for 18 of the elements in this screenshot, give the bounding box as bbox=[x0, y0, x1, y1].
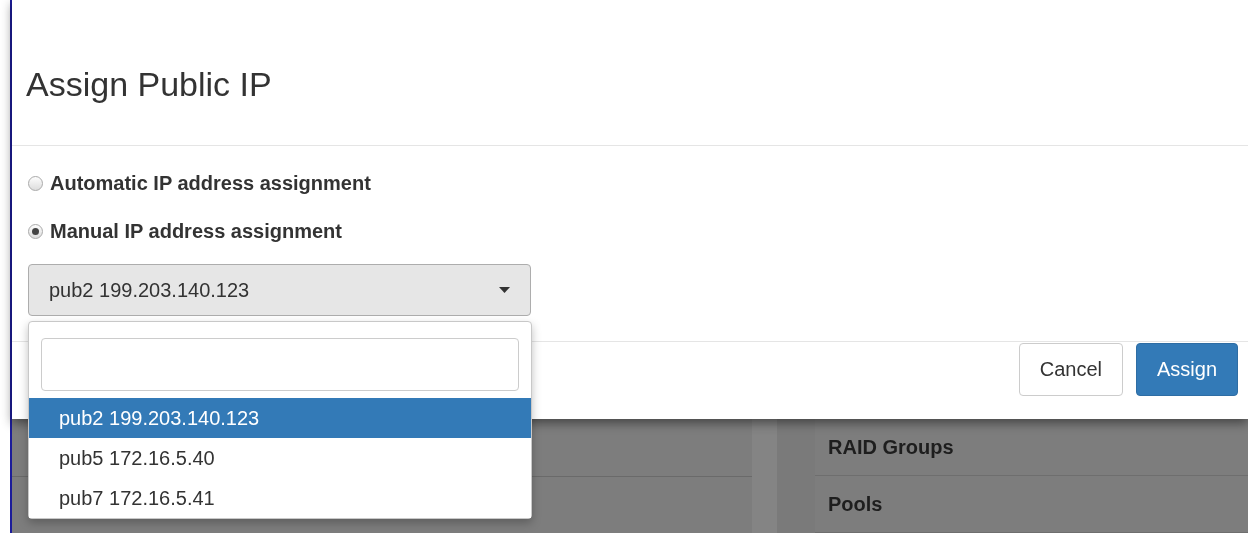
select-value: pub2 199.203.140.123 bbox=[49, 278, 250, 302]
radio-button[interactable] bbox=[28, 175, 43, 191]
radio-label: Automatic IP address assignment bbox=[50, 171, 371, 195]
dropdown-option[interactable]: pub7 172.16.5.41 bbox=[29, 478, 531, 518]
caret-icon bbox=[499, 287, 510, 293]
assign-button[interactable]: Assign bbox=[1135, 343, 1238, 396]
dialog-title: Assign Public IP bbox=[26, 65, 272, 104]
panel-item: Pools bbox=[815, 476, 1248, 533]
dropdown-option[interactable]: pub5 172.16.5.40 bbox=[29, 438, 531, 478]
radio-button[interactable] bbox=[28, 223, 43, 239]
search-field[interactable] bbox=[41, 338, 519, 391]
ip-select[interactable]: pub2 199.203.140.123 bbox=[28, 264, 531, 316]
radio-option[interactable]: Manual IP address assignment bbox=[28, 220, 1232, 242]
dropdown-option[interactable]: pub2 199.203.140.123 bbox=[29, 398, 531, 438]
panel-item: RAID Groups bbox=[815, 419, 1248, 476]
radio-label: Manual IP address assignment bbox=[50, 219, 342, 243]
cancel-button[interactable]: Cancel bbox=[1018, 343, 1123, 396]
radio-option[interactable]: Automatic IP address assignment bbox=[28, 172, 1232, 194]
